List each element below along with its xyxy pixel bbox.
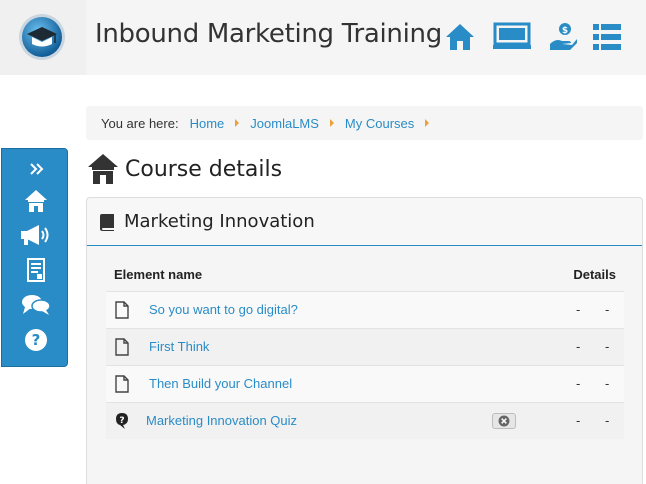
detail-value: -: [576, 302, 581, 317]
breadcrumb: You are here: Home JoomlaLMS My Courses: [86, 106, 643, 140]
sidebar: ?: [1, 148, 68, 367]
detail-value: -: [576, 376, 581, 391]
detail-value: -: [605, 339, 610, 354]
element-link[interactable]: First Think: [149, 339, 209, 354]
svg-text:?: ?: [119, 416, 124, 426]
detail-value: -: [605, 376, 610, 391]
detail-value: -: [576, 339, 581, 354]
top-bar: Inbound Marketing Training $: [0, 0, 646, 75]
help-icon[interactable]: ?: [16, 325, 56, 355]
page-title: Course details: [125, 156, 283, 182]
chat-bubbles-icon[interactable]: [16, 290, 56, 320]
table-row: Then Build your Channel - -: [106, 365, 624, 402]
presentation-board-icon[interactable]: [492, 21, 532, 53]
logo-container: [0, 0, 86, 75]
table-header: Element name Details: [106, 260, 624, 290]
breadcrumb-separator-icon: [329, 119, 334, 127]
element-link[interactable]: Then Build your Channel: [149, 376, 292, 391]
breadcrumb-separator-icon: [235, 119, 240, 127]
breadcrumb-label: You are here:: [101, 115, 179, 131]
document-icon: [115, 338, 129, 356]
detail-value: -: [605, 302, 610, 317]
list-icon[interactable]: [592, 21, 622, 53]
megaphone-icon[interactable]: [16, 220, 56, 250]
table-row: ? Marketing Innovation Quiz - -: [106, 402, 624, 439]
course-panel-header: Marketing Innovation: [87, 198, 642, 246]
home-icon[interactable]: [444, 21, 476, 53]
table-row: So you want to go digital? - -: [106, 291, 624, 328]
course-panel: Marketing Innovation Element name Detail…: [86, 197, 643, 484]
book-icon: [100, 213, 114, 231]
table-row: First Think - -: [106, 328, 624, 365]
course-home-icon: [88, 154, 118, 184]
graduation-cap-logo-icon[interactable]: [17, 12, 67, 62]
breadcrumb-home-link[interactable]: Home: [190, 116, 225, 131]
hand-coin-icon[interactable]: $: [548, 21, 578, 53]
site-title: Inbound Marketing Training: [95, 19, 442, 49]
breadcrumb-separator-icon: [425, 119, 430, 127]
breadcrumb-my-courses-link[interactable]: My Courses: [345, 116, 414, 131]
course-name: Marketing Innovation: [124, 211, 315, 232]
element-link[interactable]: Marketing Innovation Quiz: [146, 413, 297, 428]
document-icon[interactable]: [16, 255, 56, 285]
page-title-container: Course details: [87, 151, 282, 187]
svg-text:$: $: [562, 26, 568, 36]
breadcrumb-joomlalms-link[interactable]: JoomlaLMS: [250, 116, 319, 131]
element-link[interactable]: So you want to go digital?: [149, 302, 298, 317]
document-icon: [115, 375, 129, 393]
expand-chevrons-icon[interactable]: [16, 154, 56, 184]
column-header-element-name: Element name: [114, 267, 203, 282]
quiz-icon: ?: [116, 413, 128, 429]
svg-text:?: ?: [32, 331, 41, 349]
detail-value: -: [605, 413, 610, 428]
detail-value: -: [576, 413, 581, 428]
column-header-details: Details: [573, 267, 616, 282]
remove-icon[interactable]: [492, 413, 516, 429]
document-icon: [115, 301, 129, 319]
sidebar-home-icon[interactable]: [16, 186, 56, 216]
